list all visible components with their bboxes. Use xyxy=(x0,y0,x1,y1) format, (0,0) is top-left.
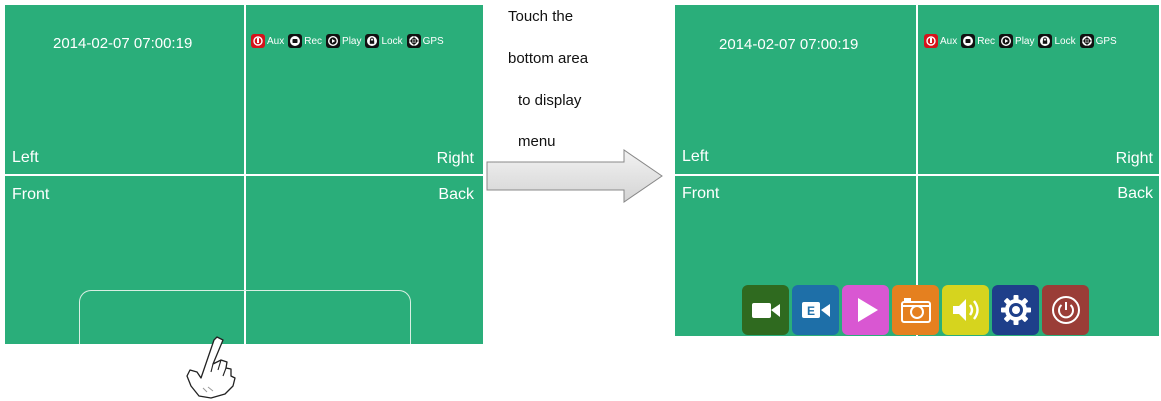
instruction-line: Touch the xyxy=(508,8,574,25)
status-lock: Lock xyxy=(1038,34,1076,48)
lock-icon xyxy=(1038,34,1053,48)
quadrant-label-right: Right xyxy=(1115,150,1153,167)
quadrant-label-front: Front xyxy=(682,185,720,202)
lock-icon xyxy=(365,34,380,48)
instruction-line: to display xyxy=(518,92,582,109)
volume-button[interactable] xyxy=(942,285,989,335)
rec-icon xyxy=(961,34,976,48)
right-arrow-icon xyxy=(486,149,663,203)
instruction-line: bottom area xyxy=(508,50,589,67)
settings-button[interactable] xyxy=(992,285,1039,335)
horizontal-divider xyxy=(675,174,1159,176)
rec-icon xyxy=(288,34,303,48)
snapshot-button[interactable] xyxy=(892,285,939,335)
status-rec: Rec xyxy=(288,34,322,48)
gps-icon xyxy=(1079,34,1094,48)
quadrant-label-left: Left xyxy=(12,149,39,166)
status-aux: Aux xyxy=(251,34,284,48)
bottom-touch-area[interactable] xyxy=(79,290,411,344)
quadrant-label-right: Right xyxy=(436,150,474,167)
aux-icon xyxy=(924,34,938,48)
gps-icon xyxy=(406,34,421,48)
pointing-hand-icon xyxy=(186,336,236,399)
status-play: Play xyxy=(326,34,361,48)
status-bar: Aux Rec Play Lock GPS xyxy=(924,34,1121,48)
horizontal-divider xyxy=(5,174,483,176)
svg-text:E: E xyxy=(806,304,814,318)
event-record-icon: E xyxy=(801,302,830,318)
playback-button[interactable] xyxy=(842,285,889,335)
play-icon xyxy=(857,298,878,322)
status-gps: GPS xyxy=(1079,34,1117,48)
record-button[interactable] xyxy=(742,285,789,335)
event-record-button[interactable]: E xyxy=(792,285,839,335)
quadrant-label-front: Front xyxy=(12,186,50,203)
quadrant-label-back: Back xyxy=(1117,185,1153,202)
status-bar: Aux Rec Play Lock GPS xyxy=(251,34,448,48)
status-rec: Rec xyxy=(961,34,995,48)
camera-screen-before: 2014-02-07 07:00:19 Aux Rec Play Lock GP… xyxy=(5,5,483,344)
status-lock: Lock xyxy=(365,34,403,48)
video-camera-icon xyxy=(751,303,780,318)
power-icon xyxy=(1051,296,1080,324)
status-aux: Aux xyxy=(924,34,957,48)
speaker-icon xyxy=(952,299,979,321)
play-icon xyxy=(999,34,1014,48)
bottom-menu: E xyxy=(742,285,1092,335)
camera-screen-after: 2014-02-07 07:00:19 Aux Rec Play Lock GP… xyxy=(675,5,1159,336)
datetime-display: 2014-02-07 07:00:19 xyxy=(719,36,859,53)
datetime-display: 2014-02-07 07:00:19 xyxy=(53,35,193,52)
status-play: Play xyxy=(999,34,1034,48)
camera-icon xyxy=(900,298,931,323)
quadrant-label-back: Back xyxy=(438,186,474,203)
status-gps: GPS xyxy=(406,34,444,48)
quadrant-label-left: Left xyxy=(682,148,709,165)
play-icon xyxy=(326,34,341,48)
gear-icon xyxy=(1000,295,1031,325)
power-button[interactable] xyxy=(1042,285,1089,335)
aux-icon xyxy=(251,34,265,48)
